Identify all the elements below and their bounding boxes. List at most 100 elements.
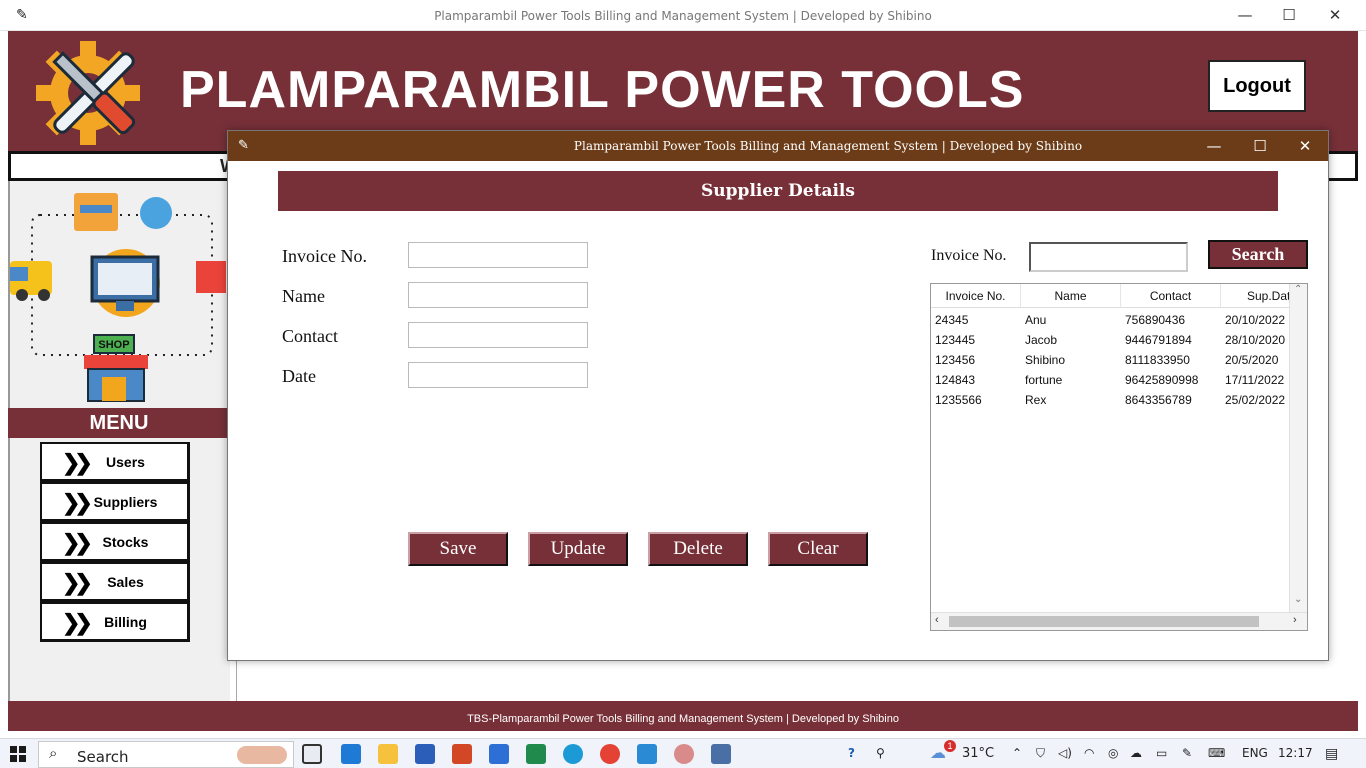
taskbar-search-label: Search [77, 748, 129, 766]
cell-sup-date: 20/10/2022 [1225, 313, 1286, 327]
search-invoice-input[interactable] [1029, 242, 1188, 272]
vscode-icon[interactable] [637, 744, 657, 764]
cell-sup-date: 28/10/2020 [1225, 333, 1286, 347]
task-view-icon[interactable] [302, 744, 322, 764]
app-footer: TBS-Plamparambil Power Tools Billing and… [8, 701, 1358, 731]
cell-name: Anu [1025, 313, 1047, 327]
menu-heading: MENU [8, 408, 230, 438]
search-button[interactable]: Search [1208, 240, 1308, 269]
help-icon[interactable]: ? [848, 746, 855, 760]
cell-contact: 9446791894 [1125, 333, 1192, 347]
cell-sup-date: 17/11/2022 [1225, 373, 1285, 387]
notifications-icon[interactable]: ▤ [1325, 746, 1338, 762]
dialog-minimize-button[interactable]: — [1192, 135, 1236, 157]
delete-button[interactable]: Delete [648, 532, 748, 566]
column-header-invoice[interactable]: Invoice No. [931, 284, 1021, 308]
tools-logo-icon [36, 41, 140, 145]
cell-name: fortune [1025, 373, 1063, 387]
weather-temperature[interactable]: 31°C [962, 746, 994, 761]
cell-invoice: 123456 [935, 353, 976, 367]
close-button[interactable]: ✕ [1312, 4, 1358, 26]
dialog-close-button[interactable]: ✕ [1283, 135, 1327, 157]
cell-name: Jacob [1025, 333, 1058, 347]
table-row[interactable]: 1235566 Rex 8643356789 25/02/2022 [935, 390, 1289, 410]
table-row[interactable]: 124843 fortune 96425890998 17/11/2022 [935, 370, 1289, 390]
cell-contact: 8643356789 [1125, 393, 1192, 407]
save-button[interactable]: Save [408, 532, 508, 566]
clock[interactable]: 12:17 [1278, 746, 1313, 760]
cell-name: Rex [1025, 393, 1047, 407]
date-input[interactable] [408, 362, 588, 388]
supplier-dialog: ✎ Plamparambil Power Tools Billing and M… [227, 130, 1329, 661]
dialog-maximize-button[interactable]: ☐ [1238, 135, 1282, 157]
maximize-button[interactable]: ☐ [1266, 4, 1312, 26]
column-header-contact[interactable]: Contact [1121, 284, 1221, 308]
people-icon[interactable]: ⚲ [876, 746, 885, 760]
scroll-up-icon[interactable]: ⌃ [1294, 284, 1302, 295]
clear-button[interactable]: Clear [768, 532, 868, 566]
search-highlight-icon [237, 746, 287, 764]
menu-button-stocks[interactable]: ❯❯ Stocks [40, 522, 190, 562]
python-feather-app-icon[interactable] [674, 744, 694, 764]
vertical-scrollbar[interactable]: ⌃ ⌄ [1289, 284, 1307, 612]
menu-button-sales[interactable]: ❯❯ Sales [40, 562, 190, 602]
scroll-right-icon[interactable]: › [1293, 614, 1297, 626]
menu-button-suppliers[interactable]: ❯❯ Suppliers [40, 482, 190, 522]
taskbar-search-box[interactable]: ⌕ Search [38, 741, 294, 768]
weather-badge: 1 [944, 740, 956, 752]
word-icon[interactable] [415, 744, 435, 764]
language-indicator[interactable]: ENG [1242, 746, 1268, 760]
footer-text: TBS-Plamparambil Power Tools Billing and… [467, 713, 899, 725]
cell-invoice: 124843 [935, 373, 976, 387]
mail-icon[interactable] [341, 744, 361, 764]
wifi-icon[interactable]: ◠ [1084, 746, 1094, 760]
update-button[interactable]: Update [528, 532, 628, 566]
battery-icon[interactable]: ▭ [1156, 746, 1167, 760]
scroll-left-icon[interactable]: ‹ [935, 614, 939, 626]
keyboard-icon[interactable]: ⌨ [1208, 746, 1225, 760]
menu-button-label: Stocks [102, 534, 149, 550]
menu-button-label: Users [106, 454, 145, 470]
date-label: Date [282, 366, 316, 386]
search-icon: ⌕ [49, 745, 58, 762]
pen-icon[interactable]: ✎ [1182, 746, 1192, 760]
horizontal-scroll-thumb[interactable] [949, 616, 1259, 627]
windows-taskbar: ⌕ Search ? ⚲ ☁ 1 31°C ⌃ ⛉ ◁) ◠ ◎ ☁ ▭ ✎ ⌨… [0, 738, 1366, 768]
onedrive-icon[interactable]: ☁ [1130, 746, 1142, 760]
python-window-icon[interactable] [711, 744, 731, 764]
chrome-icon[interactable] [600, 744, 620, 764]
powerpoint-icon[interactable] [452, 744, 472, 764]
column-header-sup-date[interactable]: Sup.Dat [1221, 284, 1291, 308]
excel-icon[interactable] [526, 744, 546, 764]
security-icon[interactable]: ⛉ [1036, 746, 1045, 761]
name-input[interactable] [408, 282, 588, 308]
main-window-title: Plamparambil Power Tools Billing and Man… [434, 9, 932, 23]
chevron-up-icon[interactable]: ⌃ [1012, 746, 1022, 760]
store-icon[interactable] [489, 744, 509, 764]
cell-sup-date: 20/5/2020 [1225, 353, 1279, 367]
minimize-button[interactable]: — [1222, 4, 1268, 26]
main-window-titlebar: ✎ Plamparambil Power Tools Billing and M… [0, 0, 1366, 31]
table-row[interactable]: 24345 Anu 756890436 20/10/2022 [935, 310, 1289, 330]
camera-icon[interactable]: ◎ [1108, 746, 1118, 760]
logout-button[interactable]: Logout [1208, 60, 1306, 112]
column-header-name[interactable]: Name [1021, 284, 1121, 308]
contact-input[interactable] [408, 322, 588, 348]
edge-icon[interactable] [563, 744, 583, 764]
supplier-details-heading: Supplier Details [278, 171, 1278, 211]
cell-invoice: 123445 [935, 333, 976, 347]
invoice-label: Invoice No. [282, 246, 367, 266]
horizontal-scrollbar[interactable]: ‹ › [931, 612, 1307, 630]
file-explorer-icon[interactable] [378, 744, 398, 764]
supplier-table[interactable]: Invoice No. Name Contact Sup.Dat 24345 A… [930, 283, 1308, 631]
volume-icon[interactable]: ◁) [1058, 746, 1072, 760]
contact-label: Contact [282, 326, 338, 346]
menu-button-billing[interactable]: ❯❯ Billing [40, 602, 190, 642]
invoice-input[interactable] [408, 242, 588, 268]
cell-sup-date: 25/02/2022 [1225, 393, 1286, 407]
menu-button-users[interactable]: ❯❯ Users [40, 442, 190, 482]
windows-start-icon[interactable] [10, 746, 26, 762]
scroll-down-icon[interactable]: ⌄ [1294, 594, 1302, 605]
table-row[interactable]: 123456 Shibino 8111833950 20/5/2020 [935, 350, 1289, 370]
table-row[interactable]: 123445 Jacob 9446791894 28/10/2020 [935, 330, 1289, 350]
